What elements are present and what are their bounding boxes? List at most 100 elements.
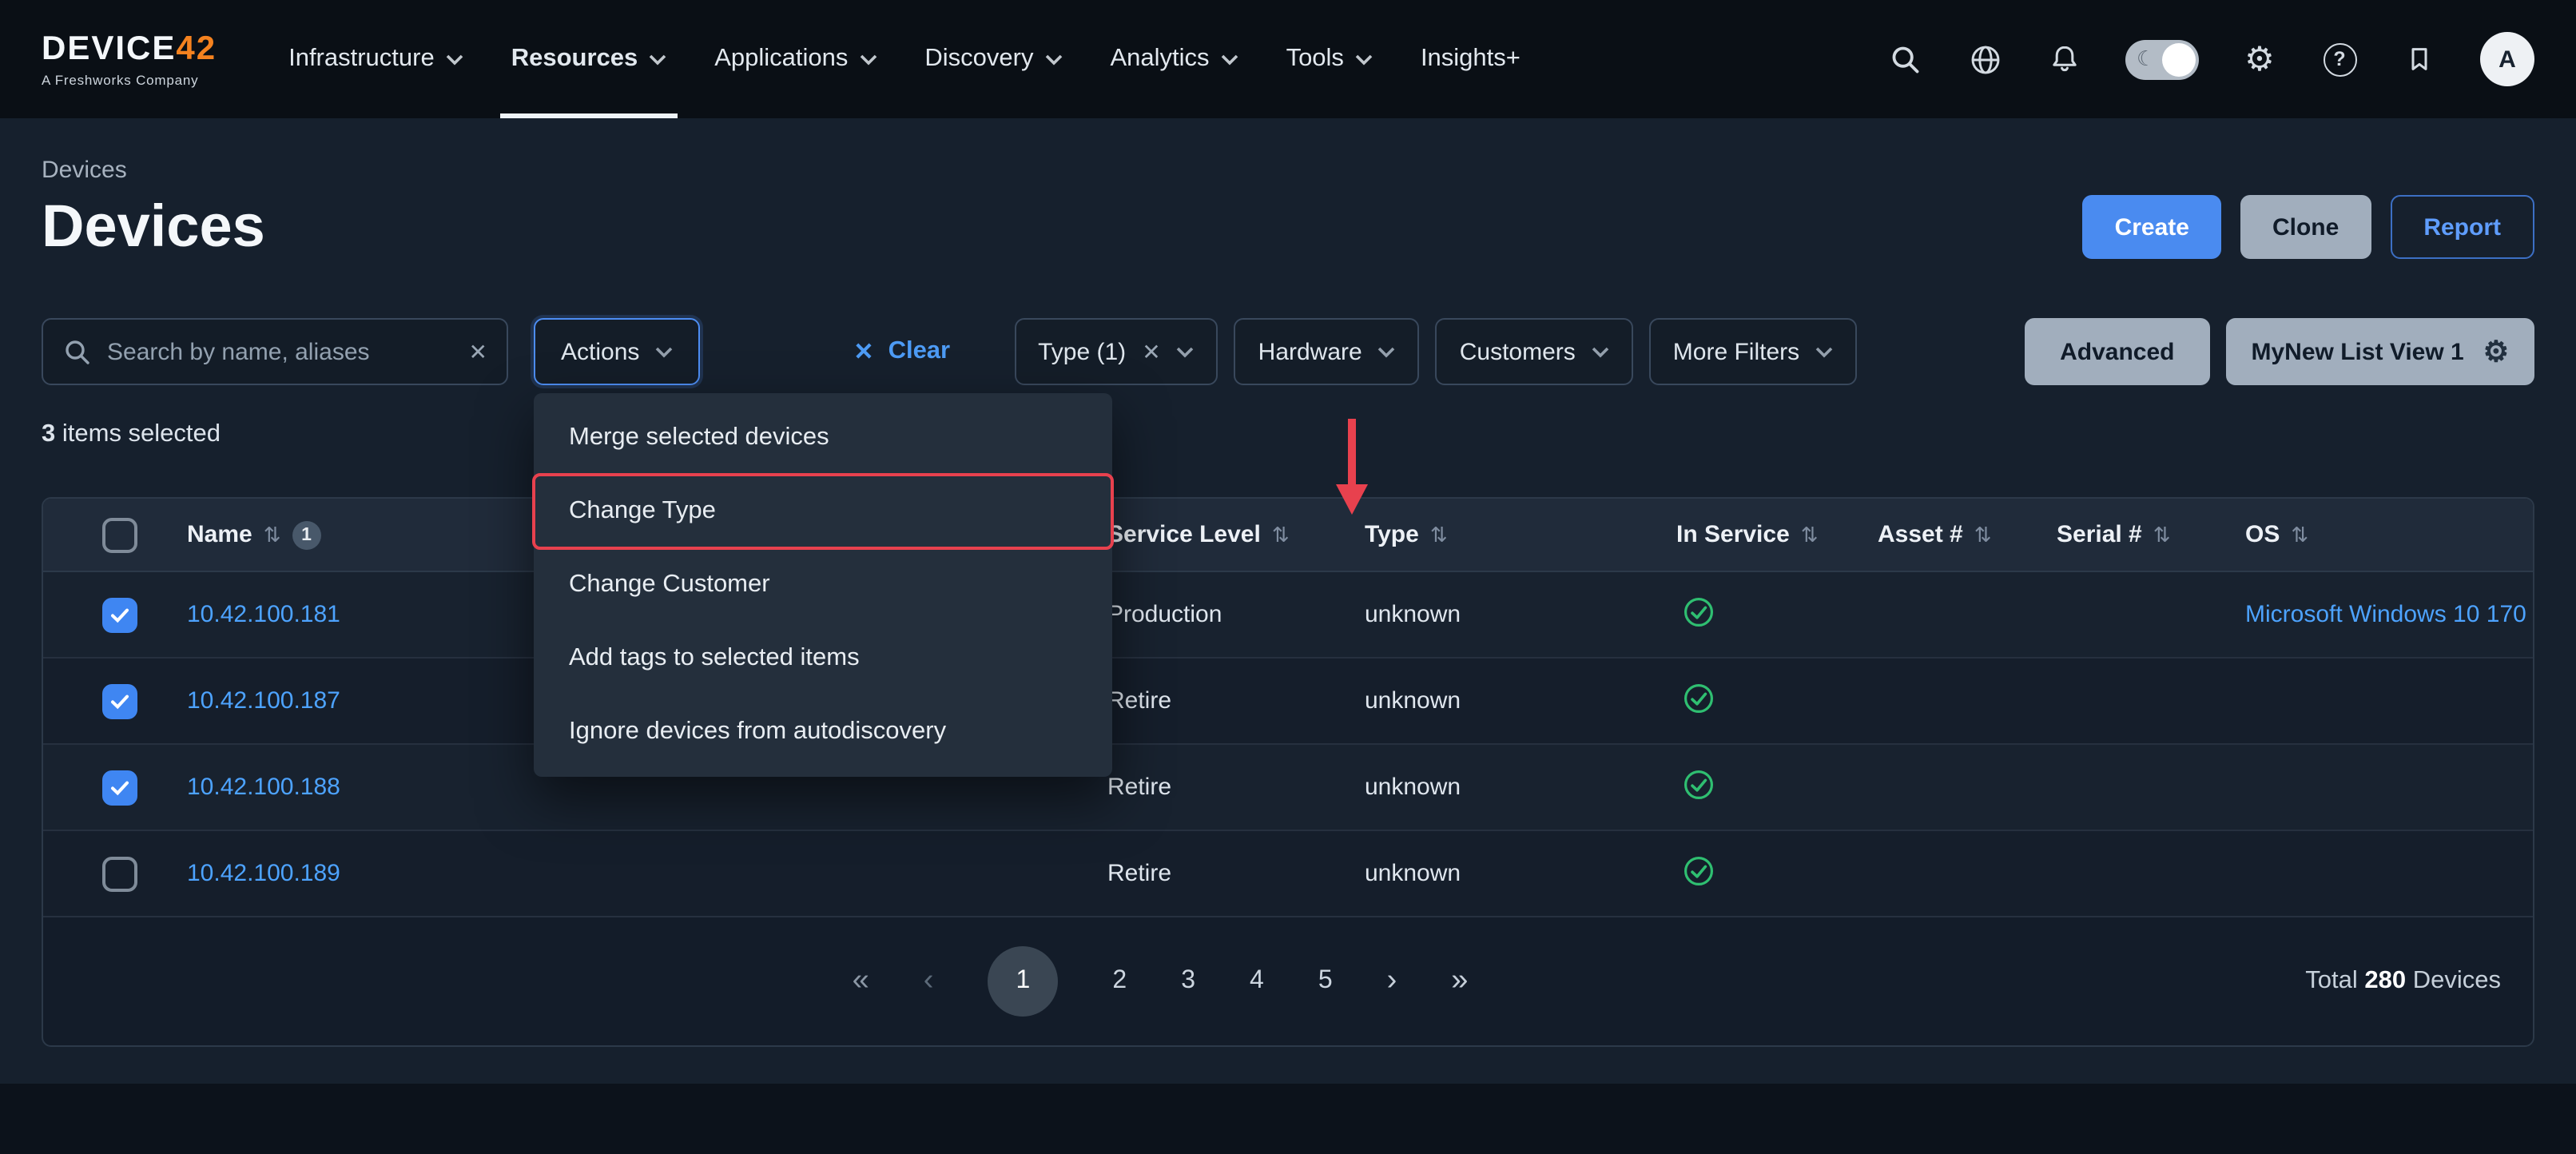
page-button-3[interactable]: 3: [1181, 967, 1195, 996]
pagination: « ‹ 1 2 3 4 5 › » Total 280 Devices: [43, 917, 2533, 1045]
column-header-service-level[interactable]: Service Level⇅: [1091, 521, 1349, 548]
remove-filter-icon[interactable]: ✕: [1142, 338, 1160, 365]
search-input[interactable]: [107, 338, 453, 365]
nav-applications[interactable]: Applications: [690, 0, 900, 118]
app-viewport: DEVICE42 A Freshworks Company Infrastruc…: [0, 0, 2576, 1154]
chevron-down-icon: [859, 54, 877, 65]
nav-analytics[interactable]: Analytics: [1087, 0, 1262, 118]
nav-discovery[interactable]: Discovery: [900, 0, 1086, 118]
sort-icon: ⇅: [1430, 522, 1448, 547]
help-icon[interactable]: ?: [2320, 40, 2359, 78]
toggle-knob: [2162, 42, 2196, 76]
advanced-button[interactable]: Advanced: [2025, 318, 2209, 385]
header-buttons: Create Clone Report: [2083, 195, 2534, 259]
sort-icon: ⇅: [1801, 522, 1819, 547]
in-service-check-icon: [1683, 682, 1715, 714]
menu-item-add-tags[interactable]: Add tags to selected items: [534, 622, 1112, 695]
clone-button[interactable]: Clone: [2240, 195, 2371, 259]
close-icon: ✕: [853, 337, 873, 366]
device-name-link[interactable]: 10.42.100.187: [187, 687, 340, 714]
menu-item-change-customer[interactable]: Change Customer: [534, 548, 1112, 622]
customers-filter[interactable]: Customers: [1436, 318, 1633, 385]
nav-insights[interactable]: Insights+: [1397, 0, 1544, 118]
menu-item-ignore-devices[interactable]: Ignore devices from autodiscovery: [534, 695, 1112, 769]
first-page-button[interactable]: «: [853, 964, 869, 999]
list-view-button[interactable]: MyNew List View 1 ⚙: [2226, 318, 2535, 385]
search-icon[interactable]: [1886, 40, 1924, 78]
theme-toggle[interactable]: ☾: [2125, 39, 2199, 79]
nav-resources[interactable]: Resources: [487, 0, 691, 118]
more-filters[interactable]: More Filters: [1649, 318, 1857, 385]
logo-subtitle: A Freshworks Company: [42, 72, 217, 88]
row-checkbox[interactable]: [102, 597, 137, 632]
actions-button[interactable]: Actions: [534, 318, 700, 385]
row-checkbox[interactable]: [102, 770, 137, 805]
search-icon: [64, 338, 91, 365]
last-page-button[interactable]: »: [1451, 964, 1468, 999]
search-clear-icon[interactable]: ✕: [469, 338, 487, 365]
column-header-serial[interactable]: Serial #⇅: [2041, 521, 2229, 548]
table-row: 10.42.100.188 Retire unknown: [43, 745, 2533, 831]
next-page-button[interactable]: ›: [1387, 964, 1397, 999]
chevron-down-icon: [1592, 346, 1609, 357]
service-level-cell: Production: [1091, 601, 1349, 628]
total-devices: Total 280 Devices: [2305, 967, 2501, 996]
nav-tools[interactable]: Tools: [1262, 0, 1397, 118]
device-name-link[interactable]: 10.42.100.189: [187, 860, 340, 887]
table-row: 10.42.100.187 Retire unknown: [43, 659, 2533, 745]
nav-infrastructure[interactable]: Infrastructure: [264, 0, 487, 118]
bell-icon[interactable]: [2045, 40, 2084, 78]
page-button-5[interactable]: 5: [1318, 967, 1333, 996]
devices-table: Name ⇅ 1 Service Level⇅ Type⇅ In Service…: [42, 497, 2534, 1047]
menu-item-change-type[interactable]: Change Type: [534, 475, 1112, 548]
sort-order-badge: 1: [292, 520, 321, 549]
chevron-down-icon: [655, 346, 673, 357]
menu-item-merge[interactable]: Merge selected devices: [534, 401, 1112, 475]
prev-page-button[interactable]: ‹: [924, 964, 934, 999]
page-button-1[interactable]: 1: [988, 946, 1058, 1017]
filter-bar: ✕ Actions Merge selected devices Change …: [42, 318, 2534, 385]
page-button-4[interactable]: 4: [1250, 967, 1264, 996]
column-header-in-service[interactable]: In Service⇅: [1660, 521, 1862, 548]
gear-icon[interactable]: ⚙: [2240, 40, 2279, 78]
logo[interactable]: DEVICE42 A Freshworks Company: [42, 0, 217, 118]
in-service-cell: [1667, 682, 1862, 720]
create-button[interactable]: Create: [2083, 195, 2221, 259]
chevron-down-icon: [446, 54, 463, 65]
check-icon: [109, 690, 131, 712]
select-all-checkbox[interactable]: [102, 517, 137, 552]
top-nav: DEVICE42 A Freshworks Company Infrastruc…: [0, 0, 2576, 118]
avatar[interactable]: A: [2480, 32, 2534, 86]
chevron-down-icon: [1221, 54, 1238, 65]
row-checkbox[interactable]: [102, 683, 137, 718]
chevron-down-icon: [649, 54, 666, 65]
hardware-filter[interactable]: Hardware: [1234, 318, 1420, 385]
sort-icon: ⇅: [264, 522, 281, 547]
main-nav: Infrastructure Resources Applications Di…: [264, 0, 1544, 118]
chevron-down-icon: [1045, 54, 1063, 65]
page-button-2[interactable]: 2: [1112, 967, 1127, 996]
globe-icon[interactable]: [1966, 40, 2004, 78]
sort-icon: ⇅: [2291, 522, 2308, 547]
service-level-cell: Retire: [1091, 860, 1349, 887]
bookmark-icon[interactable]: [2400, 40, 2439, 78]
search-box: ✕: [42, 318, 508, 385]
in-service-cell: [1667, 768, 1862, 806]
column-header-os[interactable]: OS⇅: [2229, 521, 2533, 548]
device-name-link[interactable]: 10.42.100.181: [187, 601, 340, 628]
device-name-link[interactable]: 10.42.100.188: [187, 774, 340, 801]
column-header-type[interactable]: Type⇅: [1349, 521, 1660, 548]
column-header-asset[interactable]: Asset #⇅: [1862, 521, 2041, 548]
breadcrumb[interactable]: Devices: [42, 157, 2534, 184]
in-service-check-icon: [1683, 595, 1715, 627]
sort-icon: ⇅: [1272, 522, 1290, 547]
clear-filters-button[interactable]: ✕ Clear: [853, 337, 950, 366]
table-row: 10.42.100.189 Retire unknown: [43, 831, 2533, 917]
row-checkbox[interactable]: [102, 856, 137, 891]
chevron-down-icon: [1378, 346, 1396, 357]
type-filter-chip[interactable]: Type (1) ✕: [1014, 318, 1218, 385]
report-button[interactable]: Report: [2390, 195, 2534, 259]
os-link[interactable]: Microsoft Windows 10 170: [2245, 601, 2526, 628]
chevron-down-icon: [1815, 346, 1833, 357]
gear-icon[interactable]: ⚙: [2483, 337, 2509, 366]
